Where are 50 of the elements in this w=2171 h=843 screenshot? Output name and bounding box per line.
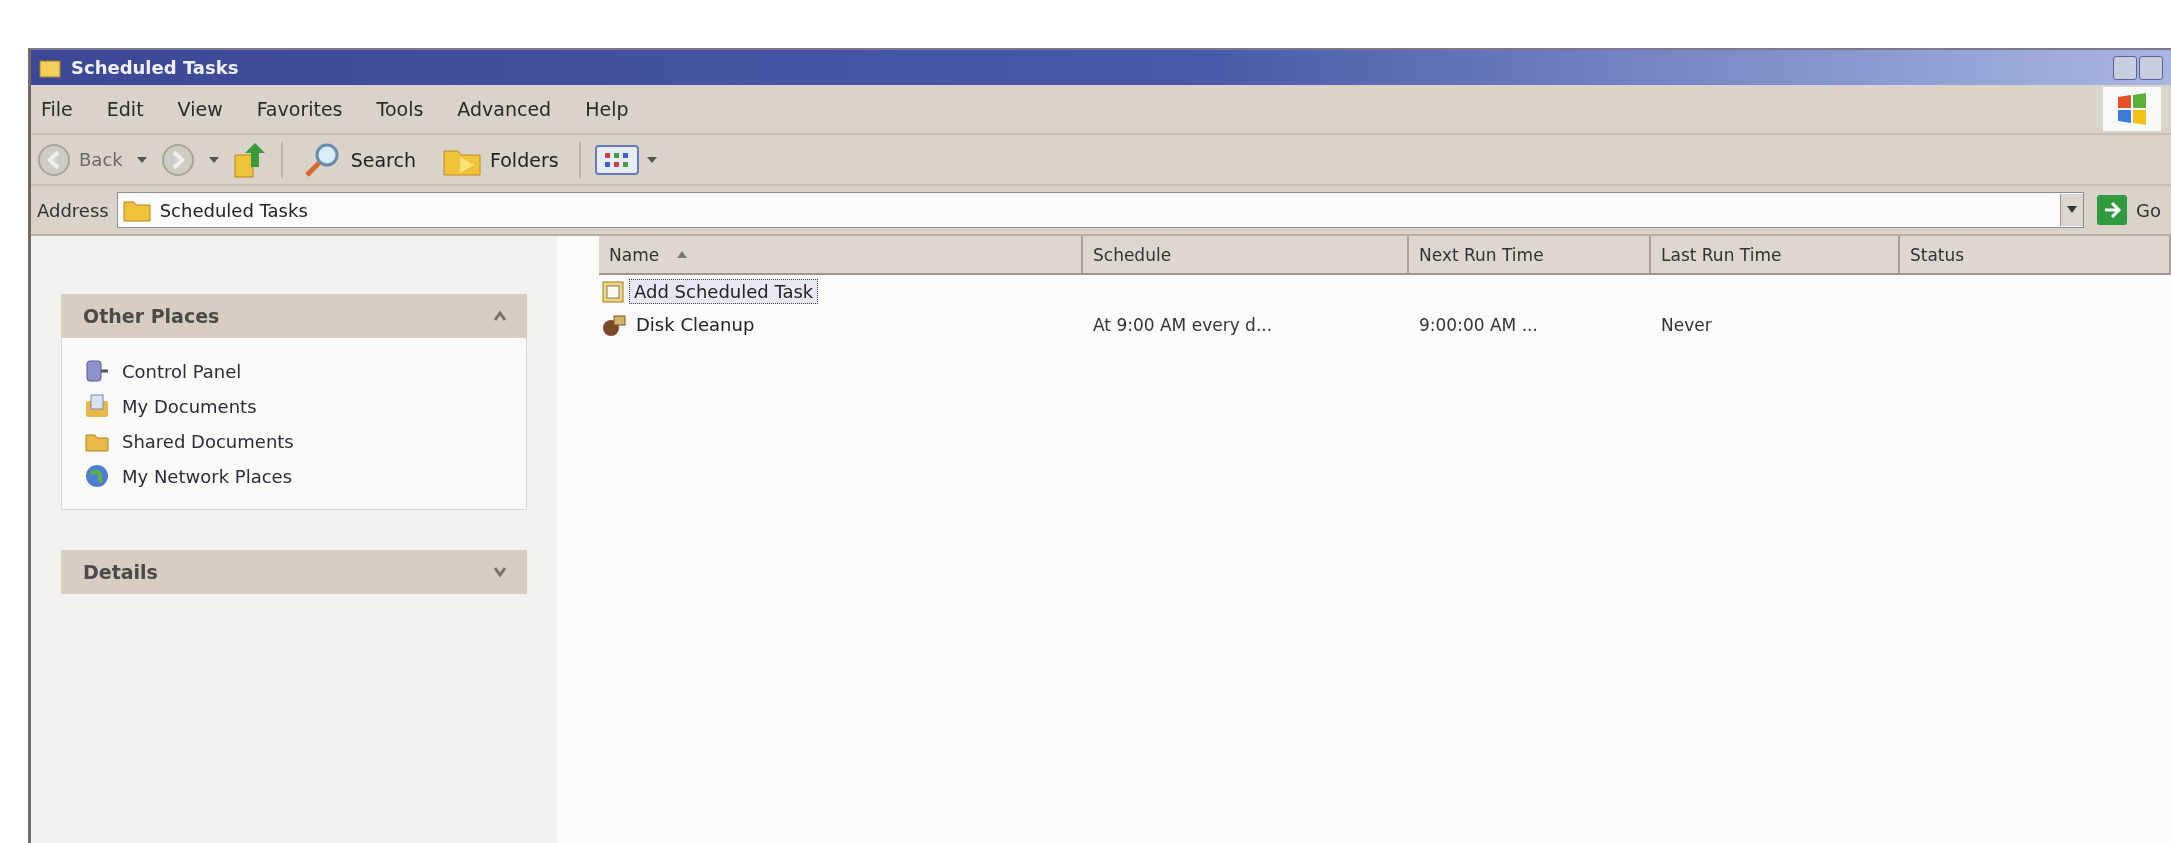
menu-item[interactable]: File — [41, 98, 73, 120]
expand-icon — [493, 565, 507, 579]
caret-icon — [2067, 206, 2078, 214]
caret-icon — [646, 156, 657, 163]
table-cell-text: 9:00:00 AM ... — [1418, 314, 1539, 335]
panel-header[interactable]: Details — [61, 550, 527, 594]
views-grid-icon — [594, 144, 639, 175]
column-header[interactable]: Status — [1900, 236, 2171, 273]
file-name[interactable]: Disk Cleanup — [631, 312, 760, 337]
control-panel-icon — [84, 358, 110, 384]
menu-item[interactable]: Favorites — [256, 98, 343, 120]
sort-arrow-icon — [677, 250, 688, 259]
sidebar-link[interactable]: My Documents — [84, 393, 504, 419]
globe-icon — [84, 463, 110, 489]
sidebar-link[interactable]: My Network Places — [84, 463, 504, 489]
file-name[interactable]: Add Scheduled Task — [629, 279, 819, 304]
dropdown-button[interactable] — [2060, 194, 2084, 226]
column-header[interactable]: Last Run Time — [1651, 236, 1900, 273]
column-header[interactable]: Next Run Time — [1409, 236, 1651, 273]
address-field[interactable]: Scheduled Tasks — [116, 192, 2085, 228]
up-folder-button[interactable] — [232, 140, 267, 179]
window-title: Scheduled Tasks — [71, 57, 240, 78]
go-button[interactable]: Go — [2092, 194, 2165, 226]
menu-item[interactable]: Tools — [376, 98, 424, 120]
minimize-button[interactable] — [2113, 55, 2137, 80]
folders-button[interactable]: Folders — [436, 142, 565, 177]
sidebar-link[interactable]: Control Panel — [84, 358, 504, 384]
search-button[interactable]: Search — [296, 140, 422, 179]
menu-item[interactable]: Advanced — [457, 98, 552, 120]
table-cell-text: Never — [1660, 314, 1713, 335]
documents-folder-icon — [84, 393, 110, 419]
menu-item[interactable]: Edit — [106, 98, 144, 120]
column-header[interactable]: Name — [599, 236, 1083, 273]
address-label: Address — [37, 199, 109, 221]
task-icon — [601, 312, 627, 337]
panel-header[interactable]: Other Places — [61, 294, 527, 338]
column-header[interactable]: Schedule — [1083, 236, 1409, 273]
menu-item[interactable]: Help — [585, 98, 629, 120]
task-wizard-icon — [601, 279, 625, 304]
caret-icon — [208, 156, 219, 163]
maximize-button[interactable] — [2139, 55, 2163, 80]
views-button[interactable] — [594, 144, 657, 175]
sidebar-link[interactable]: Shared Documents — [84, 428, 504, 454]
menu-item[interactable]: View — [177, 98, 223, 120]
forward-button[interactable] — [160, 142, 195, 177]
up-folder-icon — [232, 140, 267, 179]
collapse-icon — [493, 309, 507, 323]
table-cell-text: At 9:00 AM every d... — [1092, 314, 1274, 335]
windows-flag-icon — [2115, 92, 2149, 126]
caret-icon — [136, 156, 147, 163]
